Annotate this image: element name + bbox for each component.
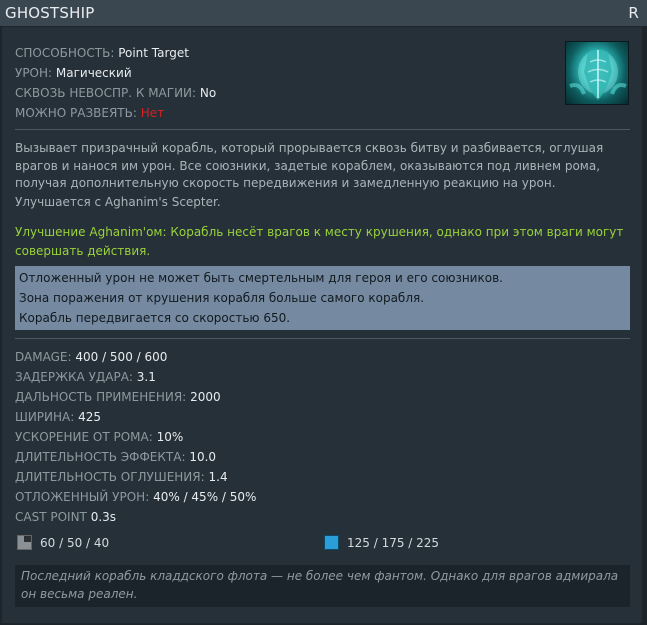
stat-effect-duration: ДЛИТЕЛЬНОСТЬ ЭФФЕКТА: 10.0 [15, 450, 217, 464]
ability-title: GHOSTSHIP [5, 4, 95, 22]
ability-stats: DAMAGE: 400 / 500 / 600 ЗАДЕРЖКА УДАРА: … [15, 347, 256, 527]
stat-delayed-damage: ОТЛОЖЕННЫЙ УРОН: 40% / 45% / 50% [15, 490, 257, 504]
ability-costs: 60 / 50 / 40 125 / 175 / 225 [15, 535, 630, 557]
divider [15, 129, 630, 130]
lore-text: Последний корабль кладдского флота — не … [15, 565, 630, 607]
cooldown-value: 60 / 50 / 40 [40, 535, 110, 550]
ability-properties: СПОСОБНОСТЬ: Point Target УРОН: Магическ… [15, 43, 216, 123]
cooldown: 60 / 50 / 40 [17, 535, 109, 550]
note-item: Корабль передвигается со скоростью 650. [19, 311, 291, 325]
description-text: Вызывает призрачный корабль, который про… [15, 141, 604, 190]
stat-rum-speed: УСКОРЕНИЕ ОТ РОМА: 10% [15, 430, 184, 444]
divider [15, 338, 630, 339]
title-bar: GHOSTSHIP R [0, 0, 647, 26]
mana-value: 125 / 175 / 225 [347, 535, 440, 550]
note-item: Зона поражения от крушения корабля больш… [19, 291, 425, 305]
stat-cast-range: ДАЛЬНОСТЬ ПРИМЕНЕНИЯ: 2000 [15, 390, 221, 404]
cooldown-icon [17, 535, 32, 550]
stat-width: ШИРИНА: 425 [15, 410, 102, 424]
scepter-upgrade-text: Улучшение Aghanim'ом: Корабль несёт враг… [15, 225, 624, 258]
property-behavior: СПОСОБНОСТЬ: Point Target [15, 46, 189, 60]
property-pierces-immunity: СКВОЗЬ НЕВОСПР. К МАГИИ: No [15, 86, 217, 100]
mana-icon [324, 535, 339, 550]
hotkey-label: R [628, 4, 639, 22]
scepter-upgrade-note: Улучшается с Aghanim's Scepter. [15, 194, 221, 209]
stat-stun-duration: ДЛИТЕЛЬНОСТЬ ОГЛУШЕНИЯ: 1.4 [15, 470, 228, 484]
property-damage-type: УРОН: Магический [15, 66, 132, 80]
ability-description: Вызывает призрачный корабль, который про… [15, 140, 627, 211]
stat-damage: DAMAGE: 400 / 500 / 600 [15, 350, 168, 364]
ability-notes: Отложенный урон не может быть смертельны… [15, 266, 630, 330]
tooltip-panel: СПОСОБНОСТЬ: Point Target УРОН: Магическ… [2, 27, 642, 623]
stat-cast-point: CAST POINT 0.3s [15, 510, 117, 524]
ghostship-ability-icon [565, 41, 629, 105]
note-item: Отложенный урон не может быть смертельны… [19, 271, 503, 285]
mana-cost: 125 / 175 / 225 [324, 535, 439, 550]
property-dispellable: МОЖНО РАЗВЕЯТЬ: Нет [15, 106, 165, 120]
stat-impact-delay: ЗАДЕРЖКА УДАРА: 3.1 [15, 370, 156, 384]
